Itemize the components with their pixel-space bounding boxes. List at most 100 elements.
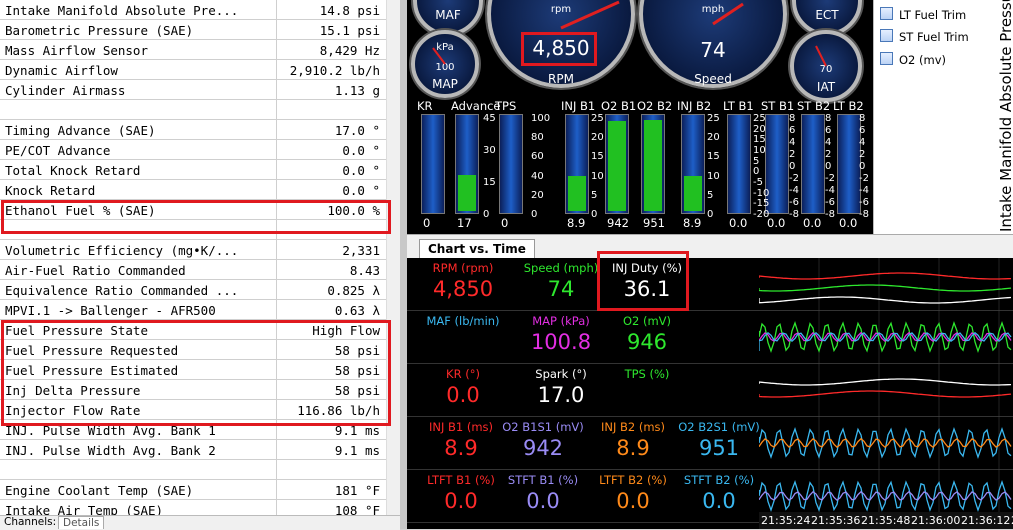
panel-splitter[interactable] xyxy=(400,0,407,529)
readout-label: Spark (°) xyxy=(535,367,587,381)
bar-tick-label: -6 xyxy=(825,197,835,208)
readout-cell[interactable]: TPS (%) xyxy=(603,364,691,417)
bar-tick-label: 20 xyxy=(753,123,766,135)
time-axis: 21:35:24 21:35:36 21:35:48 21:36:00 21:36:12… xyxy=(759,512,1013,529)
parameter-row[interactable]: INJ. Pulse Width Avg. Bank 2 9.1 ms xyxy=(0,440,386,460)
ect-gauge-title: ECT xyxy=(815,8,839,22)
readout-value: 0.0 xyxy=(444,489,478,513)
column-divider xyxy=(276,140,277,160)
tab-chart-vs-time[interactable]: Chart vs. Time xyxy=(419,239,535,258)
parameter-row[interactable]: Air-Fuel Ratio Commanded 8.43 xyxy=(0,260,386,280)
trace-line xyxy=(759,390,1012,398)
bar-gauge-value: 8.9 xyxy=(567,216,586,230)
bar-tick-label: 30 xyxy=(483,145,496,156)
readout-value: 100.8 xyxy=(530,330,592,354)
readout-cell[interactable]: O2 B1S1 (mV) 942 xyxy=(499,417,587,470)
trace-line xyxy=(759,284,1012,292)
parameter-row[interactable]: Barometric Pressure (SAE) 15.1 psi xyxy=(0,20,386,40)
readout-label: STFT B1 (%) xyxy=(507,473,579,487)
channel-item-o2[interactable]: O2 (mv) xyxy=(880,52,946,67)
readout-label: MAP (kPa) xyxy=(532,314,590,328)
bar-tick-label: 80 xyxy=(531,132,544,144)
bar-tick-label: 25 xyxy=(591,113,604,124)
parameter-row[interactable]: Cylinder Airmass 1.13 g xyxy=(0,80,386,100)
column-divider xyxy=(276,440,277,460)
bar-gauge-fill xyxy=(684,176,702,211)
readout-cell[interactable]: Spark (°) 17.0 xyxy=(517,364,605,417)
parameter-value: 0.0 ° xyxy=(342,163,380,178)
trace-line xyxy=(759,437,1012,449)
bar-tick-label: 10 xyxy=(707,170,720,182)
bar-gauge-label: LT B1 xyxy=(723,99,754,113)
readout-label: INJ B2 (ms) xyxy=(600,420,666,434)
table-scrollbar[interactable] xyxy=(386,0,400,517)
readout-label: Speed (mph) xyxy=(523,261,599,275)
channel-item-lt-fuel-trim[interactable]: LT Fuel Trim xyxy=(880,7,966,22)
bar-gauge xyxy=(801,114,825,214)
readout-cell[interactable]: Speed (mph) 74 xyxy=(517,258,605,311)
readout-value: 942 xyxy=(522,436,564,460)
parameter-name: Engine Coolant Temp (SAE) xyxy=(5,483,194,498)
parameter-row[interactable]: Total Knock Retard 0.0 ° xyxy=(0,160,386,180)
parameter-row[interactable]: Knock Retard 0.0 ° xyxy=(0,180,386,200)
bar-tick-label: -4 xyxy=(825,185,835,196)
readout-cell[interactable]: MAF (lb/min) xyxy=(419,311,507,364)
readout-cell[interactable]: INJ B2 (ms) 8.9 xyxy=(589,417,677,470)
parameter-name: MPVI.1 -> Ballenger - AFR500 xyxy=(5,303,216,318)
map-gauge: kPa 100 MAP xyxy=(411,30,479,98)
parameter-row[interactable]: Mass Airflow Sensor 8,429 Hz xyxy=(0,40,386,60)
bar-tick-label: -10 xyxy=(753,187,770,199)
readout-cell[interactable]: INJ B1 (ms) 8.9 xyxy=(417,417,505,470)
bar-gauge-label: ST B1 xyxy=(761,99,795,113)
bar-tick-label: 20 xyxy=(591,132,604,144)
parameter-name: Mass Airflow Sensor xyxy=(5,43,148,58)
column-divider xyxy=(276,120,277,140)
trace-line xyxy=(759,296,1012,304)
parameter-row[interactable]: Engine Coolant Temp (SAE) 181 °F xyxy=(0,480,386,500)
details-tab[interactable]: Details xyxy=(58,516,105,529)
parameter-row[interactable]: Equivalence Ratio Commanded ... 0.825 λ xyxy=(0,280,386,300)
parameter-row[interactable] xyxy=(0,100,386,120)
readout-cell[interactable]: O2 (mV) 946 xyxy=(603,311,691,364)
readout-cell[interactable]: O2 B2S1 (mV) 951 xyxy=(675,417,763,470)
column-divider xyxy=(276,180,277,200)
trace-plot xyxy=(759,364,1012,417)
readout-cell[interactable]: RPM (rpm) 4,850 xyxy=(419,258,507,311)
column-divider xyxy=(276,260,277,280)
column-divider xyxy=(276,160,277,180)
bar-tick-label: 8 xyxy=(859,113,866,124)
trace-plot xyxy=(759,417,1012,470)
channel-item-st-fuel-trim[interactable]: ST Fuel Trim xyxy=(880,29,969,44)
bar-tick-label: 4 xyxy=(789,137,796,148)
trace-line xyxy=(759,426,1012,459)
column-divider xyxy=(276,80,277,100)
channel-label: O2 (mv) xyxy=(899,53,947,67)
parameter-row[interactable]: MPVI.1 -> Ballenger - AFR500 0.63 λ xyxy=(0,300,386,320)
bar-tick-label: -2 xyxy=(859,173,869,184)
channel-icon xyxy=(880,7,893,20)
parameter-row[interactable]: Timing Advance (SAE) 17.0 ° xyxy=(0,120,386,140)
bar-tick-label: -5 xyxy=(753,177,763,188)
parameter-row[interactable]: Dynamic Airflow 2,910.2 lb/h xyxy=(0,60,386,80)
parameter-row[interactable] xyxy=(0,460,386,480)
bar-tick-label: 8 xyxy=(825,113,832,124)
parameter-value: 2,910.2 lb/h xyxy=(289,63,380,78)
bar-tick-label: 20 xyxy=(531,189,544,201)
bar-gauge-value: 942 xyxy=(607,216,629,230)
bar-tick-label: 6 xyxy=(789,125,796,136)
parameter-name: Knock Retard xyxy=(5,183,96,198)
readout-cell[interactable]: STFT B1 (%) 0.0 xyxy=(499,470,587,523)
readout-cell[interactable]: STFT B2 (%) 0.0 xyxy=(675,470,763,523)
bar-gauge-fill xyxy=(608,121,626,211)
bar-tick-label: 10 xyxy=(753,145,766,156)
readout-cell[interactable]: LTFT B2 (%) 0.0 xyxy=(589,470,677,523)
inj-duty-highlight xyxy=(597,251,689,311)
bar-gauge-label: Advance xyxy=(451,99,501,113)
parameter-row[interactable]: Volumetric Efficiency (mg•K/... 2,331 xyxy=(0,240,386,260)
readout-cell[interactable]: KR (°) 0.0 xyxy=(419,364,507,417)
readout-cell[interactable]: LTFT B1 (%) 0.0 xyxy=(417,470,505,523)
readout-cell[interactable]: MAP (kPa) 100.8 xyxy=(517,311,605,364)
bar-tick-label: 15 xyxy=(753,134,766,146)
parameter-row[interactable]: PE/COT Advance 0.0 ° xyxy=(0,140,386,160)
parameter-row[interactable]: Intake Manifold Absolute Pre... 14.8 psi xyxy=(0,0,386,20)
